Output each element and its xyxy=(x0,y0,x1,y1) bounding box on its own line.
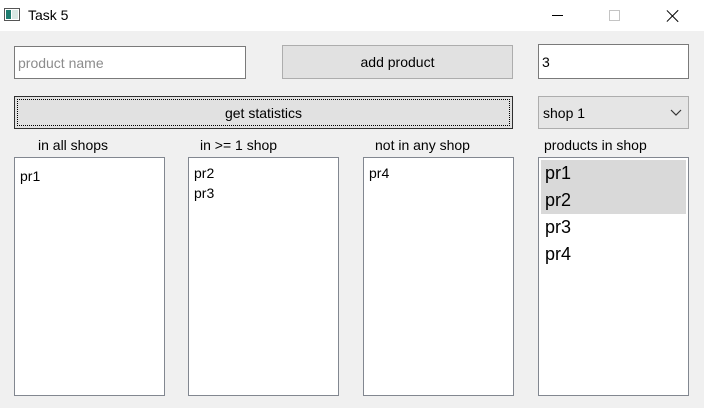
title-bar: Task 5 xyxy=(0,0,704,31)
add-product-button[interactable]: add product xyxy=(282,45,513,79)
close-icon xyxy=(666,9,680,23)
minimize-icon xyxy=(551,15,563,16)
shop-select[interactable]: shop 1 xyxy=(538,96,689,129)
chevron-down-icon xyxy=(670,109,682,116)
maximize-icon xyxy=(608,10,620,21)
add-product-button-label: add product xyxy=(360,54,435,70)
shop-select-value: shop 1 xyxy=(543,105,586,121)
products-in-shop-label: products in shop xyxy=(544,137,647,153)
in-all-shops-label: in all shops xyxy=(38,137,109,153)
in-all-shops-list[interactable]: pr1 xyxy=(14,157,165,396)
list-item[interactable]: pr4 xyxy=(364,163,513,183)
close-button[interactable] xyxy=(650,0,696,31)
app-window-icon xyxy=(4,8,20,21)
list-item[interactable]: pr3 xyxy=(541,214,686,241)
minimize-button[interactable] xyxy=(534,0,580,31)
product-name-input[interactable] xyxy=(14,46,246,79)
get-statistics-button[interactable]: get statistics xyxy=(14,96,513,129)
list-item[interactable]: pr2 xyxy=(541,187,686,214)
in-one-shop-list[interactable]: pr2 pr3 xyxy=(188,157,339,396)
maximize-button[interactable] xyxy=(591,0,637,31)
in-one-shop-label: in >= 1 shop xyxy=(200,137,278,153)
list-item[interactable]: pr4 xyxy=(541,241,686,268)
list-item[interactable]: pr2 xyxy=(189,163,338,183)
products-in-shop-list[interactable]: pr1 pr2 pr3 pr4 xyxy=(538,157,689,396)
window-title: Task 5 xyxy=(28,7,69,23)
list-item[interactable]: pr1 xyxy=(15,166,164,186)
focus-indicator xyxy=(17,99,510,126)
quantity-input[interactable] xyxy=(538,44,689,79)
not-in-any-shop-label: not in any shop xyxy=(375,137,470,153)
list-item[interactable]: pr3 xyxy=(189,183,338,203)
not-in-any-shop-list[interactable]: pr4 xyxy=(363,157,514,396)
list-item[interactable]: pr1 xyxy=(541,160,686,187)
